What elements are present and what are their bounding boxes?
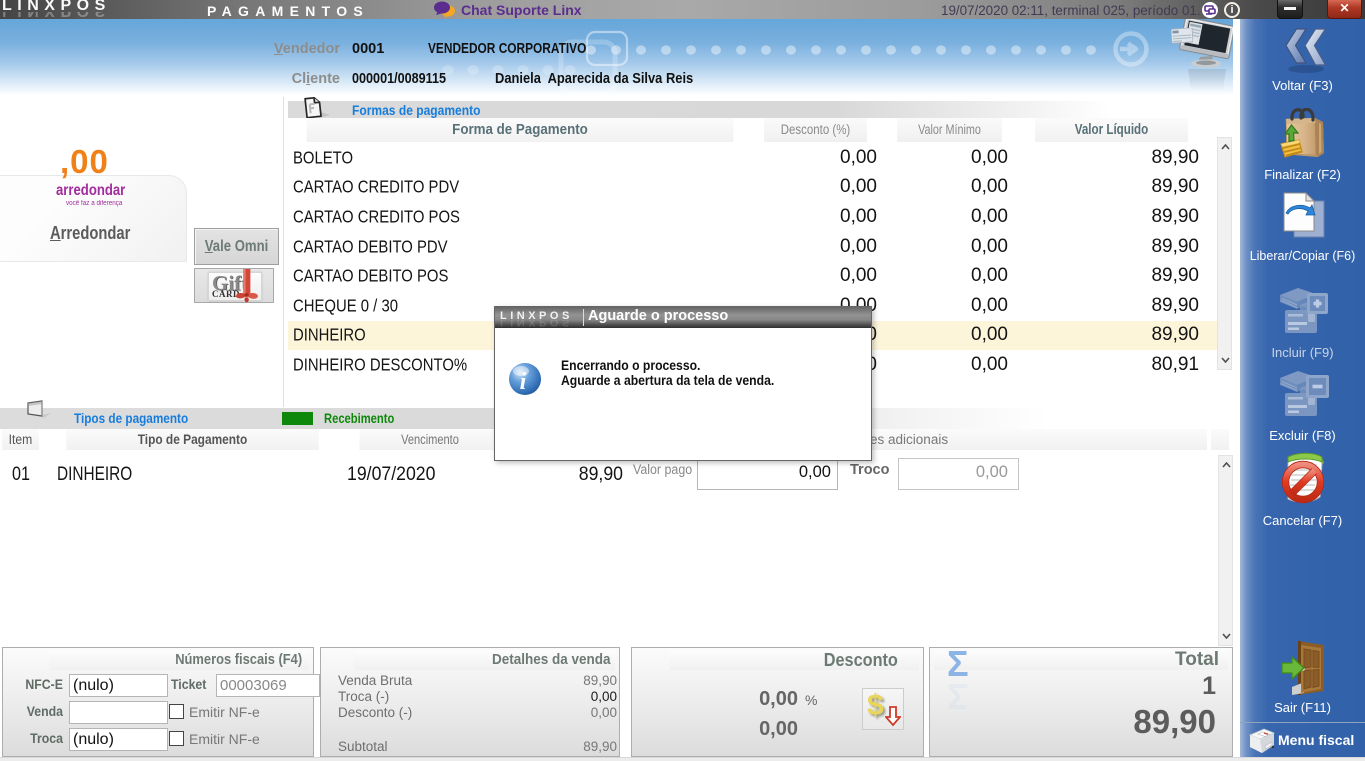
svg-text:i: i — [520, 369, 527, 395]
